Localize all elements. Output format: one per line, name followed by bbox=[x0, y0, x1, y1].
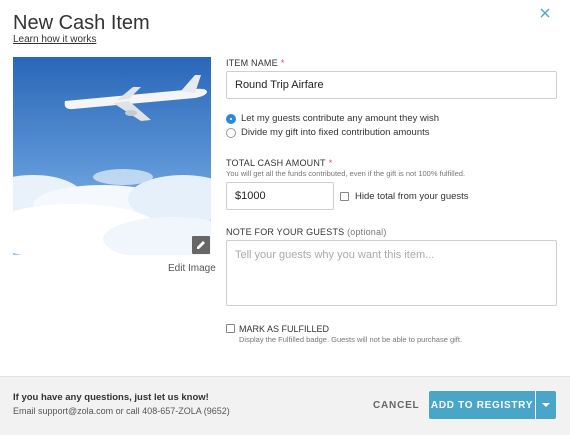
required-mark: * bbox=[280, 58, 285, 68]
total-amount-input[interactable] bbox=[226, 182, 334, 210]
note-textarea[interactable] bbox=[226, 240, 557, 306]
footer-contact: Email support@zola.com or call 408-657-Z… bbox=[13, 406, 230, 416]
item-image bbox=[13, 57, 211, 255]
pencil-icon bbox=[197, 241, 205, 249]
hide-total-checkbox[interactable] bbox=[340, 192, 349, 201]
item-name-label: ITEM NAME * bbox=[226, 58, 285, 68]
note-label-text: NOTE FOR YOUR GUESTS bbox=[226, 227, 345, 237]
cancel-button[interactable]: CANCEL bbox=[373, 400, 419, 411]
page-title: New Cash Item bbox=[13, 12, 150, 34]
edit-image-button[interactable] bbox=[192, 236, 210, 254]
add-options-dropdown[interactable] bbox=[536, 391, 556, 419]
contribution-option-any[interactable]: Let my guests contribute any amount they… bbox=[226, 113, 439, 124]
contribution-option-any-label: Let my guests contribute any amount they… bbox=[241, 113, 440, 124]
total-cash-label-text: TOTAL CASH AMOUNT bbox=[226, 158, 326, 168]
contribution-option-fixed-label: Divide my gift into fixed contribution a… bbox=[241, 127, 430, 138]
required-mark: * bbox=[328, 158, 333, 168]
learn-how-link[interactable]: Learn how it works bbox=[13, 34, 96, 45]
radio-any-amount[interactable] bbox=[226, 113, 236, 124]
new-cash-item-modal: New Cash Item Learn how it works Edit Im… bbox=[0, 0, 570, 435]
hide-total-label: Hide total from your guests bbox=[355, 191, 469, 202]
chevron-down-icon bbox=[542, 403, 550, 407]
optional-tag: (optional) bbox=[347, 227, 387, 237]
item-name-input[interactable] bbox=[226, 71, 557, 99]
close-icon[interactable] bbox=[536, 4, 554, 22]
mark-fulfilled-label: MARK AS FULFILLED bbox=[239, 324, 330, 334]
footer-bar: If you have any questions, just let us k… bbox=[0, 376, 570, 435]
radio-fixed-amounts[interactable] bbox=[226, 127, 236, 138]
contribution-option-fixed[interactable]: Divide my gift into fixed contribution a… bbox=[226, 127, 430, 138]
total-cash-label: TOTAL CASH AMOUNT * bbox=[226, 158, 332, 168]
mark-fulfilled-desc: Display the Fulfilled badge. Guests will… bbox=[239, 335, 463, 344]
total-cash-help: You will get all the funds contributed, … bbox=[226, 169, 466, 178]
note-label: NOTE FOR YOUR GUESTS (optional) bbox=[226, 227, 387, 237]
mark-fulfilled-checkbox[interactable] bbox=[226, 324, 235, 333]
edit-image-link[interactable]: Edit Image bbox=[168, 263, 216, 274]
footer-question: If you have any questions, just let us k… bbox=[13, 392, 209, 403]
add-to-registry-button[interactable]: ADD TO REGISTRY bbox=[429, 391, 535, 419]
hide-total-option[interactable]: Hide total from your guests bbox=[340, 191, 469, 202]
item-name-label-text: ITEM NAME bbox=[226, 58, 278, 68]
